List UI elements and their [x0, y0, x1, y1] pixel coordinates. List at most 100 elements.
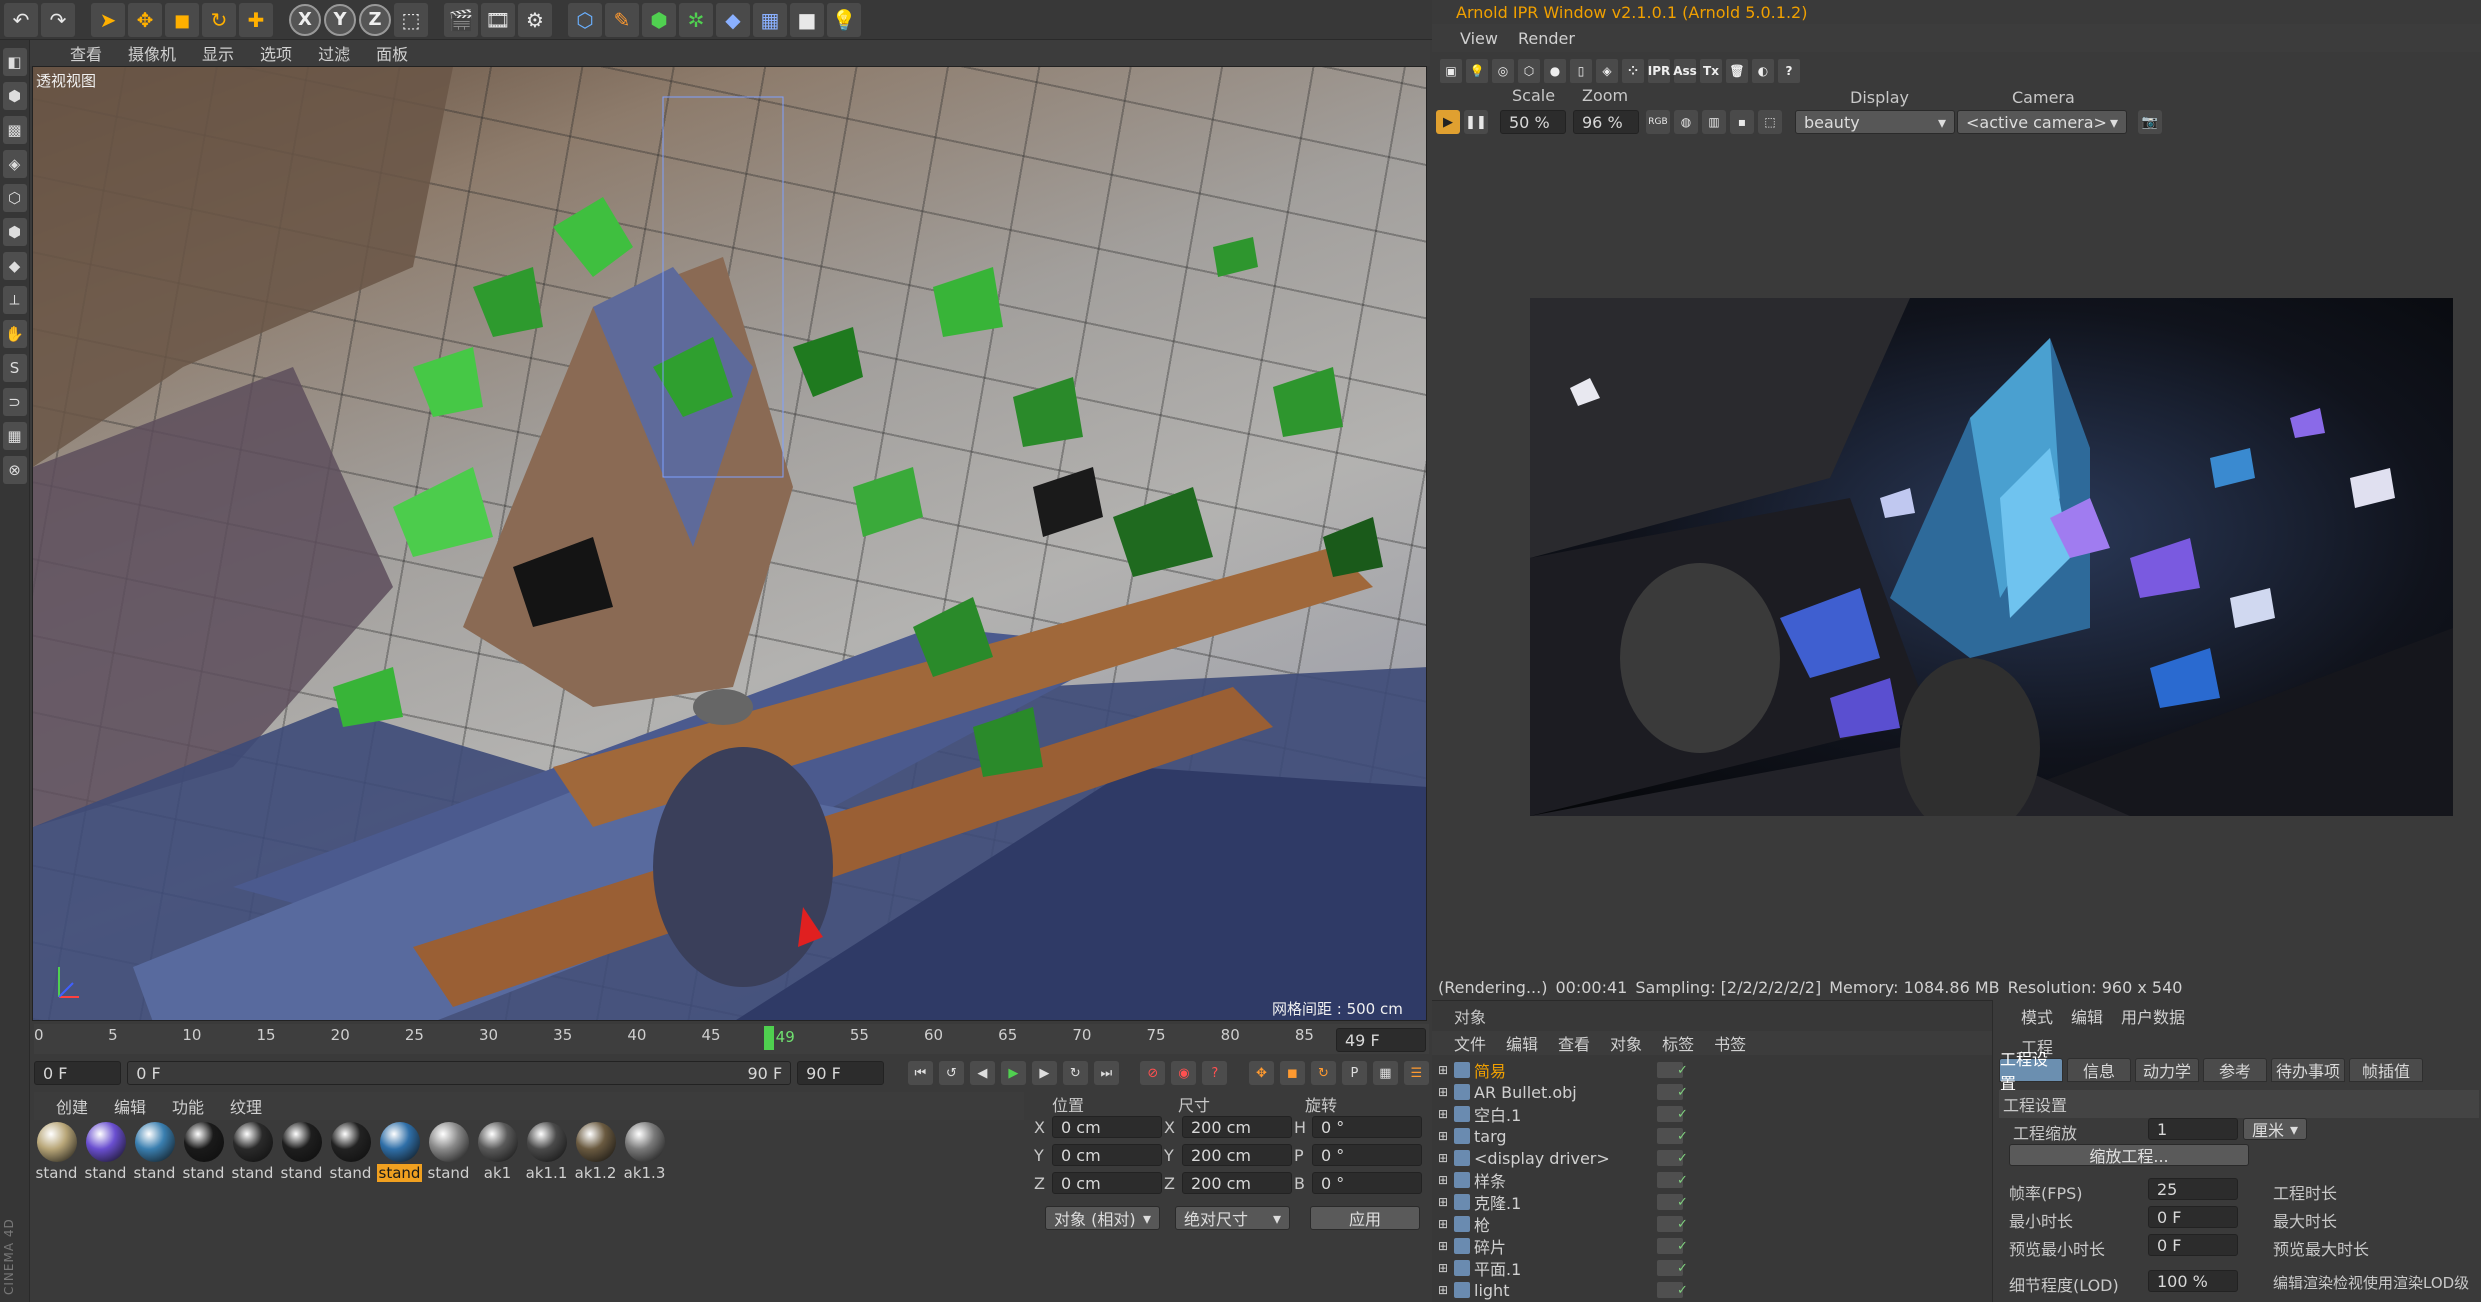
ipr-play-icon[interactable]: ▶	[1436, 110, 1460, 134]
ipr-text-icon[interactable]: IPR	[1648, 59, 1670, 83]
attribute-menu-mode[interactable]: 模式	[2021, 1004, 2053, 1028]
size-field[interactable]: 200 cm	[1182, 1116, 1292, 1138]
project-scale-unit-dropdown[interactable]: 厘米 ▾	[2243, 1118, 2307, 1140]
next-key-icon[interactable]: ↻	[1062, 1061, 1088, 1085]
material-swatch[interactable]: stand	[181, 1122, 226, 1197]
scale-project-button[interactable]: 缩放工程...	[2009, 1144, 2249, 1166]
save-image-icon[interactable]: ▣	[1440, 59, 1462, 83]
play-icon[interactable]: ▶	[1000, 1061, 1026, 1085]
polygons-mode-icon[interactable]: ◆	[2, 252, 27, 280]
viewport-menu-view[interactable]: 查看	[70, 41, 102, 65]
position-field[interactable]: 0 cm	[1052, 1144, 1162, 1166]
material-swatch[interactable]: ak1.2	[573, 1122, 618, 1197]
material-swatch[interactable]: stand	[377, 1122, 422, 1197]
expand-icon[interactable]: ⊞	[1438, 1063, 1454, 1077]
zoom-field[interactable]: 96 %	[1573, 110, 1639, 134]
material-swatch[interactable]: stand	[328, 1122, 373, 1197]
material-swatch[interactable]: ak1.1	[524, 1122, 569, 1197]
x-axis-lock-icon[interactable]: X	[289, 3, 321, 36]
snapshot-camera-icon[interactable]: 📷	[2138, 110, 2162, 134]
channel-a-icon[interactable]: ▪	[1730, 110, 1754, 134]
enabled-check-icon[interactable]: ✓	[1677, 1173, 1688, 1188]
floor-icon[interactable]: ▦	[753, 2, 787, 37]
material-swatch[interactable]: stand	[83, 1122, 128, 1197]
material-swatch[interactable]: stand	[426, 1122, 471, 1197]
particles-icon[interactable]: ⁘	[1622, 59, 1644, 83]
channel-r-icon[interactable]: ◍	[1674, 110, 1698, 134]
camera-dropdown[interactable]: <active camera> ▾	[1957, 110, 2127, 134]
enabled-check-icon[interactable]: ✓	[1677, 1151, 1688, 1166]
material-swatch[interactable]: stand	[230, 1122, 275, 1197]
keyframe-selection-icon[interactable]: ?	[1202, 1061, 1228, 1085]
rotation-key-icon[interactable]: ↻	[1310, 1061, 1336, 1085]
document-icon[interactable]: ▯	[1570, 59, 1592, 83]
camera-icon[interactable]: ■	[790, 2, 824, 37]
select-tool-icon[interactable]: ➤	[91, 2, 125, 37]
layers-icon[interactable]: ◈	[1596, 59, 1618, 83]
timeline-icon[interactable]: ☰	[1403, 1061, 1429, 1085]
lod-field[interactable]: 100 %	[2148, 1270, 2238, 1292]
tweak-icon[interactable]: ✋	[2, 320, 27, 348]
playhead[interactable]	[763, 1026, 774, 1050]
ipr-pause-icon[interactable]: ❚❚	[1464, 110, 1488, 134]
attribute-tab[interactable]: 动力学	[2135, 1058, 2199, 1082]
scale-key-icon[interactable]: ◼	[1279, 1061, 1305, 1085]
object-row[interactable]: ⊞ 空白.1 ✓	[1432, 1103, 1992, 1125]
material-menu-create[interactable]: 创建	[56, 1094, 88, 1118]
attribute-tab[interactable]: 帧插值	[2349, 1058, 2423, 1082]
viewport-menu-cameras[interactable]: 摄像机	[128, 41, 176, 65]
material-swatch[interactable]: ak1	[475, 1122, 520, 1197]
subdivision-icon[interactable]: ⬢	[642, 2, 676, 37]
shader-ball-icon[interactable]: ◐	[1752, 59, 1774, 83]
coordinate-system-icon[interactable]: ⬚	[394, 2, 428, 37]
expand-icon[interactable]: ⊞	[1438, 1107, 1454, 1121]
material-menu-texture[interactable]: 纹理	[230, 1094, 262, 1118]
start-frame-field[interactable]: 0 F	[34, 1061, 122, 1085]
object-menu-edit[interactable]: 编辑	[1506, 1031, 1538, 1055]
go-to-end-icon[interactable]: ⏭	[1093, 1061, 1119, 1085]
help-icon[interactable]: ?	[1778, 59, 1800, 83]
enabled-check-icon[interactable]: ✓	[1677, 1283, 1688, 1298]
object-row[interactable]: ⊞ 简易 ✓	[1432, 1059, 1992, 1081]
expand-icon[interactable]: ⊞	[1438, 1195, 1454, 1209]
enabled-check-icon[interactable]: ✓	[1677, 1239, 1688, 1254]
attribute-tab[interactable]: 参考	[2203, 1058, 2267, 1082]
previous-key-icon[interactable]: ↺	[938, 1061, 964, 1085]
expand-icon[interactable]: ⊞	[1438, 1217, 1454, 1231]
undo-icon[interactable]: ↶	[4, 2, 38, 37]
render-view-icon[interactable]: 🎬	[444, 2, 478, 37]
current-frame-field[interactable]: 49 F	[1336, 1028, 1426, 1052]
cloner-icon[interactable]: ✲	[679, 2, 713, 37]
material-swatch[interactable]: ak1.3	[622, 1122, 667, 1197]
position-field[interactable]: 0 cm	[1052, 1172, 1162, 1194]
ass-text-icon[interactable]: Ass	[1673, 59, 1697, 83]
object-row[interactable]: ⊞ light ✓	[1432, 1279, 1992, 1301]
object-row[interactable]: ⊞ 克隆.1 ✓	[1432, 1191, 1992, 1213]
parameter-key-icon[interactable]: P	[1341, 1061, 1367, 1085]
material-menu-edit[interactable]: 编辑	[114, 1094, 146, 1118]
object-row[interactable]: ⊞ 碎片 ✓	[1432, 1235, 1992, 1257]
scale-tool-icon[interactable]: ◼	[165, 2, 199, 37]
render-settings-icon[interactable]: ⚙	[518, 2, 552, 37]
perspective-viewport[interactable]	[32, 66, 1427, 1021]
viewport-menu-filter[interactable]: 过滤	[318, 41, 350, 65]
size-mode-dropdown[interactable]: 绝对尺寸 ▾	[1175, 1206, 1290, 1230]
enabled-check-icon[interactable]: ✓	[1677, 1217, 1688, 1232]
trash-icon[interactable]: 🗑	[1726, 59, 1748, 83]
cube-icon[interactable]: ⬡	[568, 2, 602, 37]
enabled-check-icon[interactable]: ✓	[1677, 1129, 1688, 1144]
attribute-menu-userdata[interactable]: 用户数据	[2121, 1004, 2185, 1028]
viewport-menu-display[interactable]: 显示	[202, 41, 234, 65]
viewport-menu-options[interactable]: 选项	[260, 41, 292, 65]
ipr-menu-render[interactable]: Render	[1518, 29, 1575, 48]
channel-g-icon[interactable]: ▥	[1702, 110, 1726, 134]
autokey-icon[interactable]: ◉	[1171, 1061, 1197, 1085]
enabled-check-icon[interactable]: ✓	[1677, 1261, 1688, 1276]
attribute-tab[interactable]: 待办事项	[2271, 1058, 2345, 1082]
enabled-check-icon[interactable]: ✓	[1677, 1063, 1688, 1078]
model-mode-icon[interactable]: ⬢	[2, 82, 27, 110]
rotate-tool-icon[interactable]: ↻	[202, 2, 236, 37]
enabled-check-icon[interactable]: ✓	[1677, 1107, 1688, 1122]
viewport-menu-panel[interactable]: 面板	[376, 41, 408, 65]
expand-icon[interactable]: ⊞	[1438, 1085, 1454, 1099]
